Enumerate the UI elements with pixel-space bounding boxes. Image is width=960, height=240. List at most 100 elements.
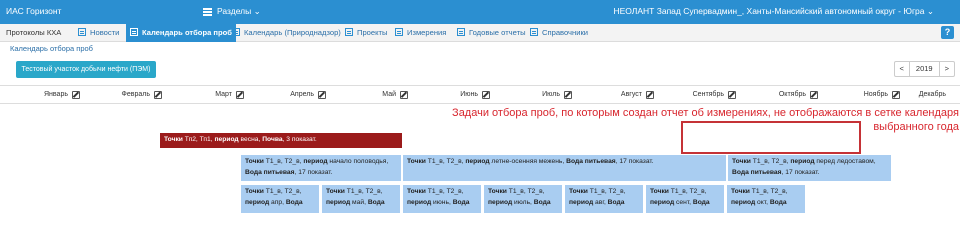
tab-protocols[interactable]: Протоколы КХА (6, 24, 61, 42)
calendar-event[interactable]: Точки Т1_в, Т2_в, период май, Вода (322, 185, 400, 213)
breadcrumb[interactable]: Календарь отбора проб (10, 44, 93, 53)
calendar-icon (78, 28, 86, 36)
month-label: Сентябрь (692, 91, 724, 98)
calendar-event[interactable]: Точки Т1_в, Т2_в, период июнь, Вода (403, 185, 481, 213)
event-text: апр, (269, 198, 286, 206)
event-text: авг, (593, 198, 608, 206)
event-text: Точки (326, 188, 345, 195)
annotation-highlight-box (681, 121, 861, 154)
month-label: Март (215, 91, 232, 98)
event-text: Т1_в, Т2_в, (749, 188, 788, 195)
tab-label: Измерения (407, 28, 447, 37)
edit-icon[interactable] (236, 91, 244, 99)
calendar-event[interactable]: Точки Т1_в, Т2_в, период апр, Вода (241, 185, 319, 213)
event-text: перед ледоставом, (814, 158, 876, 165)
calendar-event[interactable]: Точки Т1_в, Т2_в, период перед ледоставо… (728, 155, 891, 181)
event-text: период (465, 158, 490, 165)
event-text: , 3 показат. (282, 136, 317, 143)
next-year-button[interactable]: > (940, 62, 954, 76)
month-cell: Сентябрь (656, 86, 738, 104)
annotation-text: Задачи отбора проб, по которым создан от… (452, 107, 959, 133)
edit-icon[interactable] (810, 91, 818, 99)
year-selector: < 2019 > (893, 61, 955, 77)
user-menu[interactable]: НЕОЛАНТ Запад Супервадмин_, Ханты-Мансий… (613, 6, 934, 17)
tab-projects[interactable]: Проекты (345, 24, 387, 42)
tab-measurements[interactable]: Измерения (395, 24, 446, 42)
tab-label: Протоколы КХА (6, 28, 62, 37)
event-text: Точки (731, 188, 750, 195)
event-text: Вода (452, 198, 470, 206)
month-cell: Октябрь (738, 86, 820, 104)
tab-annual-reports[interactable]: Годовые отчеты (457, 24, 526, 42)
event-text: период (488, 198, 513, 206)
tab-news[interactable]: Новости (78, 24, 119, 42)
calendar-icon (130, 28, 138, 36)
month-label: Декабрь (918, 91, 946, 98)
month-header: Январь Февраль Март Апрель Май Июнь Июль… (0, 85, 960, 104)
event-text: Вода питьевая (566, 158, 616, 165)
month-label: Январь (44, 91, 68, 98)
month-cell: Декабрь (878, 86, 960, 104)
event-text: период (407, 198, 432, 206)
chevron-down-icon: ⌄ (926, 6, 934, 16)
prev-year-button[interactable]: < (895, 62, 909, 76)
month-label: Октябрь (778, 91, 806, 98)
month-label: Август (620, 91, 642, 98)
event-text: , 17 показат. (294, 168, 333, 176)
edit-icon[interactable] (318, 91, 326, 99)
event-text: Точки (732, 158, 751, 165)
event-text: период (650, 198, 675, 206)
calendar-event[interactable]: Точки Т1_в, Т2_в, период летне-осенняя м… (403, 155, 726, 181)
tab-label: Календарь отбора проб (142, 28, 232, 37)
event-text: Вода питьевая (245, 168, 295, 176)
calendar-icon (395, 28, 403, 36)
event-text: Т1_в, Т2_в, (425, 158, 466, 165)
edit-icon[interactable] (72, 91, 80, 99)
month-label: Май (382, 91, 396, 98)
calendar-event[interactable]: Точки Т1_в, Т2_в, период июль, Вода (484, 185, 562, 213)
site-button[interactable]: Тестовый участок добычи нефти (ПЭМ) (16, 61, 156, 78)
event-text: Точки (569, 188, 588, 195)
tab-label: Годовые отчеты (469, 28, 526, 37)
calendar-event[interactable]: Точки Т1_в, Т2_в, период авг, Вода (565, 185, 643, 213)
edit-icon[interactable] (728, 91, 736, 99)
tab-label: Проекты (357, 28, 388, 37)
calendar-event[interactable]: Точки Т1_в, Т2_в, период окт, Вода (727, 185, 805, 213)
month-cell: Февраль (82, 86, 164, 104)
calendar-icon (345, 28, 353, 36)
event-text: Точки (407, 158, 426, 165)
event-text: Тп2, Тп1, (182, 136, 215, 143)
event-text: Точки (245, 188, 264, 195)
event-text: Точки (164, 136, 183, 143)
month-cell: Январь (0, 86, 82, 104)
event-text: Вода питьевая (732, 168, 782, 176)
year-value: 2019 (908, 62, 940, 76)
edit-icon[interactable] (564, 91, 572, 99)
event-text: Точки (650, 188, 669, 195)
month-cell: Апрель (246, 86, 328, 104)
edit-icon[interactable] (482, 91, 490, 99)
calendar-event[interactable]: Точки Тп2, Тп1, период весна, Почва, 3 п… (160, 133, 402, 148)
event-text: , 17 показат. (615, 158, 654, 165)
month-cell: Август (574, 86, 656, 104)
menu-icon (203, 7, 212, 18)
tab-directories[interactable]: Справочники (530, 24, 588, 42)
sections-menu[interactable]: Разделы ⌄ (203, 6, 261, 17)
app-title[interactable]: ИАС Горизонт (6, 6, 61, 16)
top-bar: ИАС Горизонт Разделы ⌄ НЕОЛАНТ Запад Суп… (0, 0, 960, 24)
tab-calendar-prirodnadzor[interactable]: Календарь (Природнадзор) (232, 24, 341, 42)
help-button[interactable]: ? (941, 26, 954, 39)
calendar-event[interactable]: Точки Т1_в, Т2_в, период начало половодь… (241, 155, 401, 181)
event-text: период (731, 198, 756, 206)
event-text: период (790, 158, 815, 165)
calendar-event[interactable]: Точки Т1_в, Т2_в, период сент, Вода (646, 185, 724, 213)
edit-icon[interactable] (646, 91, 654, 99)
tab-sampling-calendar[interactable]: Календарь отбора проб (126, 24, 236, 42)
event-text: июнь, (431, 198, 453, 206)
event-text: Т1_в, Т2_в, (587, 188, 626, 195)
edit-icon[interactable] (400, 91, 408, 99)
event-text: Вода (285, 198, 303, 206)
event-text: , 17 показат. (781, 168, 820, 176)
event-text: окт, (755, 198, 770, 206)
edit-icon[interactable] (154, 91, 162, 99)
